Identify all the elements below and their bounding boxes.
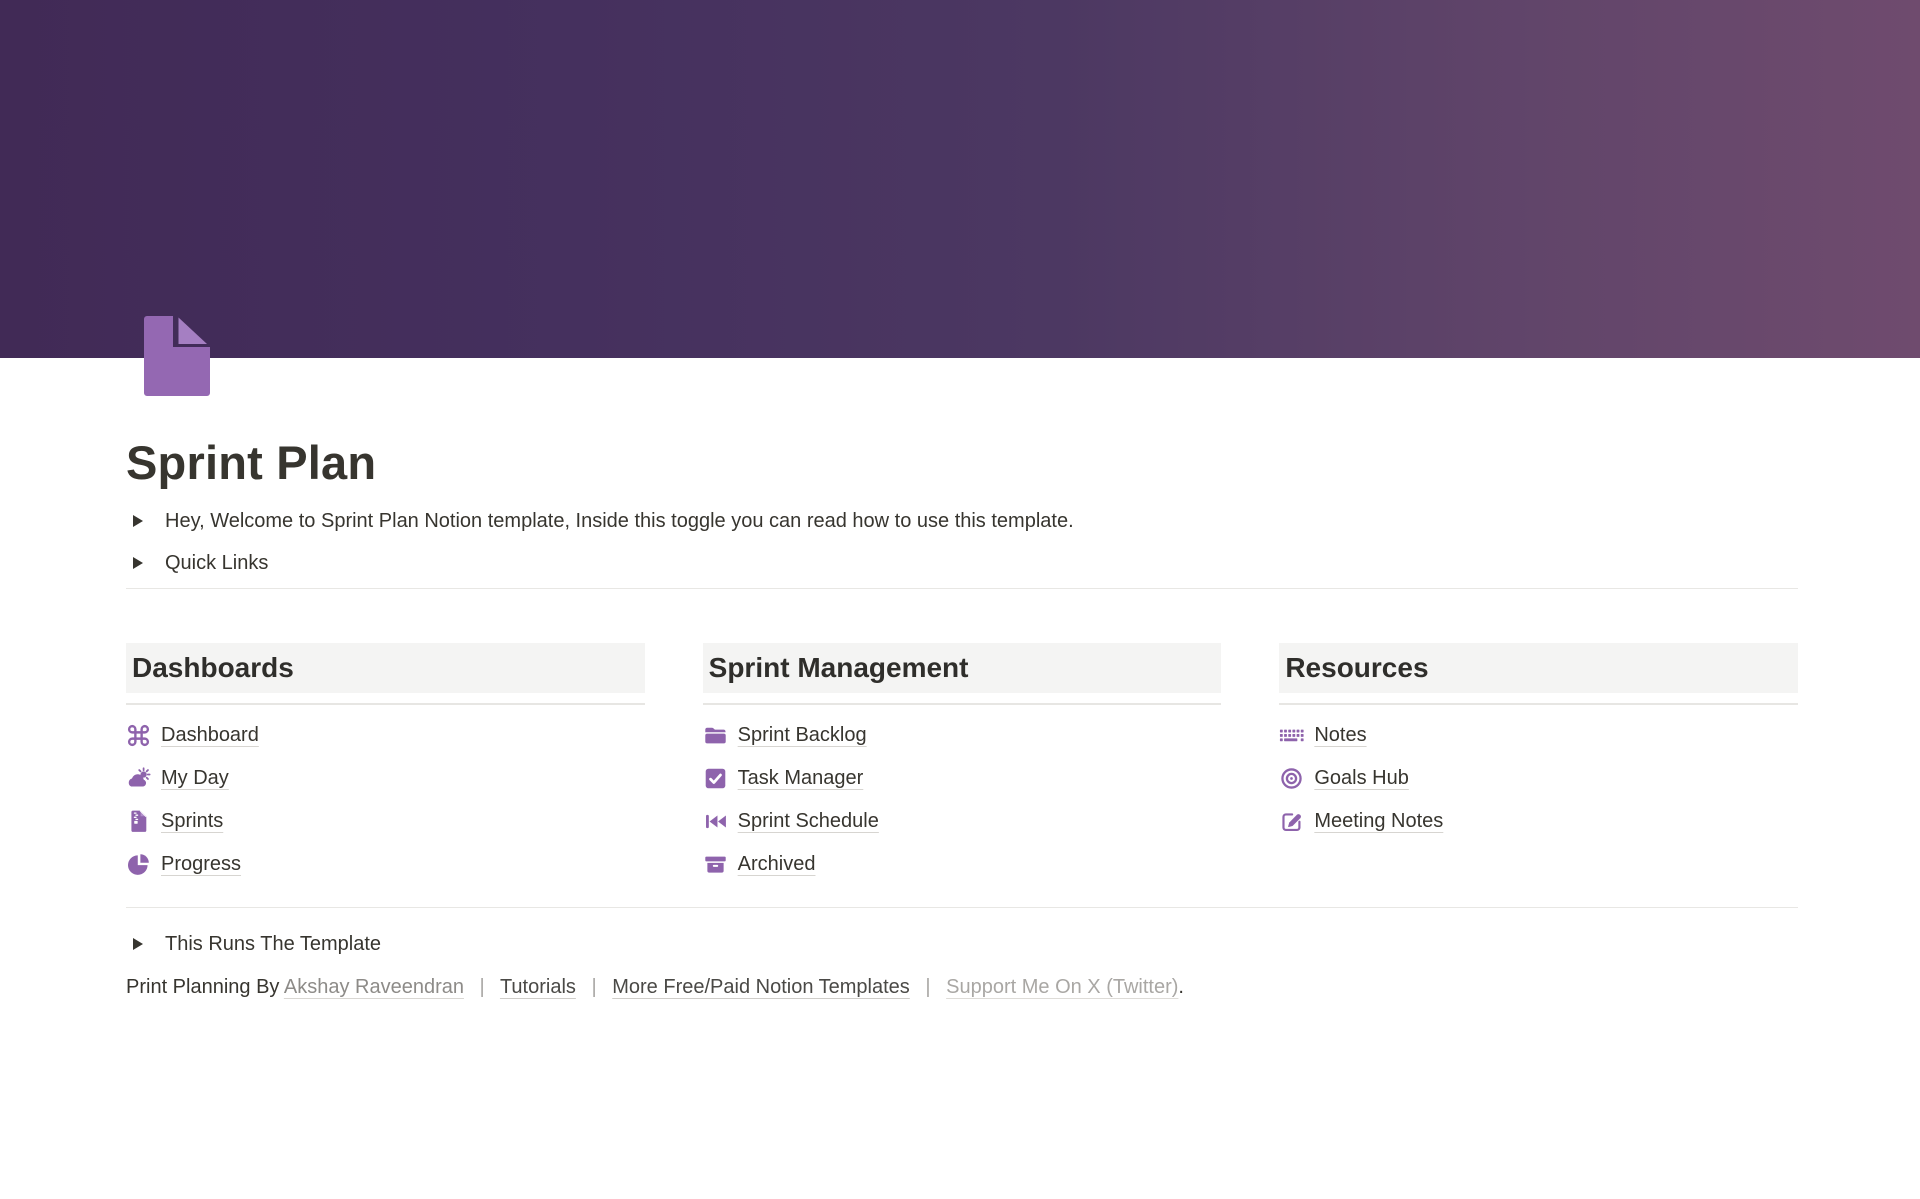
credits-link-templates[interactable]: More Free/Paid Notion Templates <box>612 976 910 998</box>
page-link-sprints[interactable]: Sprints <box>126 809 645 834</box>
credits-suffix: . <box>1178 976 1184 998</box>
page-link-archived[interactable]: Archived <box>703 852 1222 877</box>
credits-link-tutorials[interactable]: Tutorials <box>500 976 576 998</box>
document-icon <box>144 316 210 396</box>
page-content: Sprint Plan Hey, Welcome to Sprint Plan … <box>126 358 1798 1002</box>
page-link-task-manager[interactable]: Task Manager <box>703 766 1222 791</box>
toggle-runs-template[interactable]: This Runs The Template <box>126 923 1798 965</box>
credits-link-author[interactable]: Akshay Raveendran <box>284 976 464 998</box>
page-link-label: Meeting Notes <box>1314 810 1443 833</box>
page-link-sprint-schedule[interactable]: Sprint Schedule <box>703 809 1222 834</box>
page-link-label: Task Manager <box>738 767 864 790</box>
page-link-label: Goals Hub <box>1314 767 1409 790</box>
rewind-icon <box>703 809 728 834</box>
column-header: Sprint Management <box>703 643 1222 693</box>
credits-separator: | <box>925 976 930 998</box>
keyboard-icon <box>1279 723 1304 748</box>
page-link-label: Notes <box>1314 724 1366 747</box>
page-title[interactable]: Sprint Plan <box>126 358 1798 492</box>
page-icon[interactable] <box>144 316 210 396</box>
divider <box>126 907 1798 908</box>
toggle-quick-links[interactable]: Quick Links <box>126 542 1798 584</box>
zip-document-icon <box>126 809 151 834</box>
page-link-label: Dashboard <box>161 724 259 747</box>
page-link-label: Sprint Schedule <box>738 810 879 833</box>
toggle-arrow-icon <box>133 938 143 950</box>
compose-icon <box>1279 809 1304 834</box>
toggle-quick-links-label: Quick Links <box>165 552 268 575</box>
checkbox-icon <box>703 766 728 791</box>
pie-chart-icon <box>126 852 151 877</box>
credits-separator: | <box>480 976 485 998</box>
page-link-meeting-notes[interactable]: Meeting Notes <box>1279 809 1798 834</box>
page-link-label: Archived <box>738 853 816 876</box>
columns-section: Dashboards Dashboard <box>126 643 1798 877</box>
column-dashboards: Dashboards Dashboard <box>126 643 645 877</box>
toggle-runs-template-label: This Runs The Template <box>165 933 381 956</box>
column-header: Resources <box>1279 643 1798 693</box>
command-icon <box>126 723 151 748</box>
toggle-arrow-icon <box>133 557 143 569</box>
column-divider <box>1279 703 1798 705</box>
page-link-progress[interactable]: Progress <box>126 852 645 877</box>
credits-link-twitter[interactable]: Support Me On X (Twitter) <box>946 976 1178 998</box>
toggle-welcome-label: Hey, Welcome to Sprint Plan Notion templ… <box>165 510 1074 533</box>
toggle-welcome[interactable]: Hey, Welcome to Sprint Plan Notion templ… <box>126 500 1798 542</box>
divider <box>126 588 1798 589</box>
page-cover <box>0 0 1920 358</box>
column-resources: Resources Notes <box>1279 643 1798 877</box>
column-divider <box>703 703 1222 705</box>
archive-icon <box>703 852 728 877</box>
page-link-my-day[interactable]: My Day <box>126 766 645 791</box>
toggle-arrow-icon <box>133 515 143 527</box>
page-link-label: Sprints <box>161 810 223 833</box>
page-link-dashboard[interactable]: Dashboard <box>126 723 645 748</box>
target-icon <box>1279 766 1304 791</box>
credits-line: Print Planning By Akshay Raveendran | Tu… <box>126 972 1798 1002</box>
page-link-label: Progress <box>161 853 241 876</box>
sun-cloud-icon <box>126 766 151 791</box>
page-link-label: My Day <box>161 767 229 790</box>
page-link-label: Sprint Backlog <box>738 724 867 747</box>
folder-icon <box>703 723 728 748</box>
credits-prefix: Print Planning By <box>126 976 279 998</box>
page-link-goals-hub[interactable]: Goals Hub <box>1279 766 1798 791</box>
credits-separator: | <box>591 976 596 998</box>
page-link-notes[interactable]: Notes <box>1279 723 1798 748</box>
column-sprint-management: Sprint Management Sprint Backlog <box>703 643 1222 877</box>
column-header: Dashboards <box>126 643 645 693</box>
column-divider <box>126 703 645 705</box>
page-link-sprint-backlog[interactable]: Sprint Backlog <box>703 723 1222 748</box>
